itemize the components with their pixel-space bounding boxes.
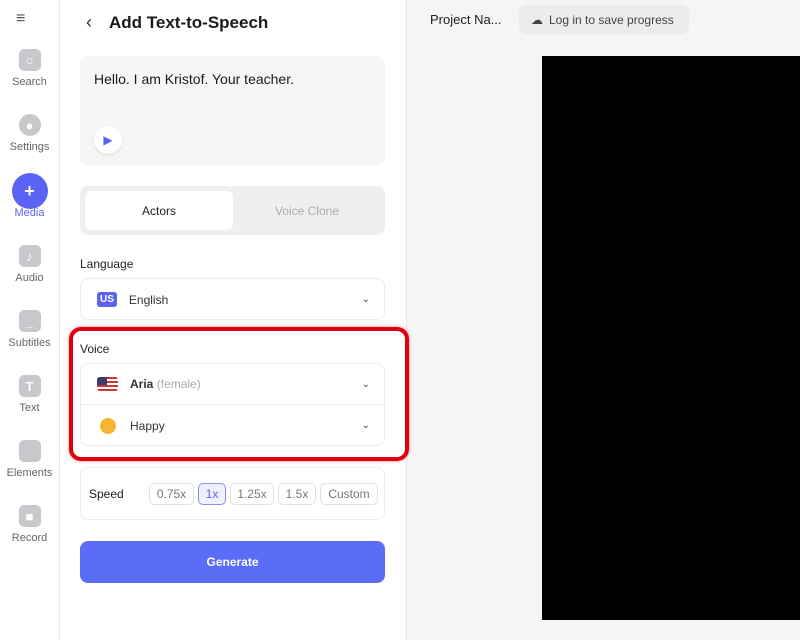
script-textarea[interactable]: Hello. I am Kristof. Your teacher. ▶ [80,56,385,166]
text-icon: T [18,375,41,397]
sidebar-item-text[interactable]: T Text [0,375,59,414]
sidebar-label: Media [14,207,45,219]
login-label: Log in to save progress [549,12,674,27]
generate-button[interactable]: Generate [80,541,385,583]
settings-icon: ● [18,114,41,136]
project-name[interactable]: Project Na... [430,12,502,27]
sidebar-label: Search [12,76,47,88]
tab-actors[interactable]: Actors [85,191,233,230]
login-save-button[interactable]: ☁ Log in to save progress [519,5,689,34]
language-select[interactable]: US English ⌄ [80,278,385,320]
speed-control: Speed 0.75x 1x 1.25x 1.5x Custom [80,467,385,520]
sidebar-item-subtitles[interactable]: _ Subtitles [0,310,59,349]
video-camera-icon: ■ [18,505,41,527]
speed-1x-button[interactable]: 1x [198,483,226,505]
language-label: Language [80,257,134,271]
sidebar-item-media[interactable]: + Media [0,173,59,219]
sidebar-item-search[interactable]: ○ Search [0,49,59,88]
hamburger-menu-icon[interactable]: ≡ [16,11,30,27]
speed-1.5x-button[interactable]: 1.5x [278,483,316,505]
speed-custom-button[interactable]: Custom [320,483,378,505]
sidebar-label: Settings [9,141,50,153]
speed-label: Speed [89,487,124,501]
us-badge: US [97,292,117,307]
voice-highlight-annotation [69,327,409,461]
sidebar-item-audio[interactable]: ♪ Audio [0,245,59,284]
elements-icon [18,440,41,462]
speed-0.75x-button[interactable]: 0.75x [149,483,194,505]
sidebar-label: Elements [6,467,53,479]
sidebar-item-elements[interactable]: Elements [0,440,59,479]
voice-source-tabs: Actors Voice Clone [80,186,385,235]
language-value: English [128,292,169,307]
music-note-icon: ♪ [18,245,41,267]
back-chevron-icon[interactable]: ‹ [86,12,92,33]
tts-panel: ‹ Add Text-to-Speech Hello. I am Kristof… [60,0,407,640]
subtitles-icon: _ [18,310,41,332]
script-text: Hello. I am Kristof. Your teacher. [94,71,294,87]
speed-1.25x-button[interactable]: 1.25x [230,483,274,505]
plus-icon: + [11,173,48,209]
play-icon[interactable]: ▶ [94,126,122,154]
sidebar-label: Subtitles [8,337,51,349]
chevron-down-icon: ⌄ [361,294,370,305]
search-icon: ○ [18,49,41,71]
sidebar: ≡ ○ Search ● Settings + Media ♪ Audio _ Subti… [0,0,60,640]
sidebar-item-record[interactable]: ■ Record [0,505,59,544]
sidebar-label: Record [11,532,48,544]
sidebar-label: Audio [15,272,44,284]
panel-title: Add Text-to-Speech [109,13,269,32]
video-preview-canvas[interactable] [542,56,800,620]
sidebar-label: Text [19,402,40,414]
tab-voice-clone[interactable]: Voice Clone [233,191,381,230]
cloud-off-icon: ☁ [531,12,543,27]
sidebar-item-settings[interactable]: ● Settings [0,114,59,153]
